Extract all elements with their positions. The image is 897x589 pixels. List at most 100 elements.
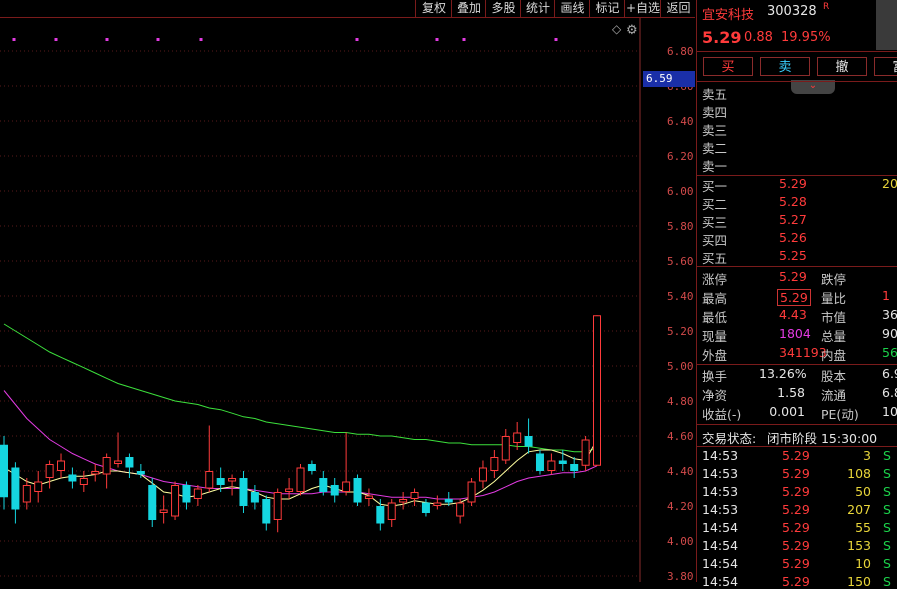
trade-button-1[interactable]: 卖: [760, 57, 810, 76]
candle-body: [45, 464, 54, 478]
stat-value: 5.29: [779, 269, 807, 284]
toolbar-button-5[interactable]: 标记: [589, 0, 625, 17]
candle-body: [535, 453, 544, 471]
tick-direction: S: [883, 538, 891, 553]
candle: [285, 478, 294, 499]
kline-svg[interactable]: 6.806.606.406.206.005.805.605.405.205.00…: [0, 18, 695, 582]
corner-button[interactable]: [876, 0, 897, 50]
ask-label: 卖四: [702, 105, 728, 120]
candle: [353, 474, 362, 506]
candle-body: [581, 439, 590, 466]
stat-value: 1804: [779, 326, 811, 341]
tick-direction: S: [883, 448, 891, 463]
bid-price: 5.29: [779, 176, 807, 191]
candle: [136, 464, 145, 478]
candle: [490, 450, 499, 478]
stat-value: 4.43: [779, 307, 807, 322]
stat-label: 量比: [821, 291, 847, 306]
y-tick-label: 4.80: [667, 395, 694, 408]
stock-flag: R: [823, 2, 830, 12]
price-change: 0.88: [744, 30, 773, 45]
y-tick-label: 5.20: [667, 325, 694, 338]
stat-value: 341193: [779, 345, 827, 360]
candle-body: [410, 492, 419, 499]
y-tick-label: 5.80: [667, 220, 694, 233]
candle-body: [136, 471, 145, 475]
candle-body: [216, 478, 225, 485]
candle-body: [182, 485, 191, 503]
bid-label: 买四: [702, 233, 728, 248]
candle-body: [501, 436, 510, 461]
candle: [34, 471, 43, 503]
stat-value: 0.001: [769, 404, 805, 419]
trade-button-3[interactable]: 富: [874, 57, 897, 76]
stat-value: 13.26%: [759, 366, 807, 381]
top-marker-dot: [554, 38, 558, 41]
candle-body: [228, 478, 237, 482]
bid-label: 买五: [702, 251, 728, 266]
stat-label: 换手: [702, 369, 728, 384]
stat-value: 6.9: [882, 366, 897, 381]
candle-body: [478, 467, 487, 482]
trade-button-2[interactable]: 撤: [817, 57, 867, 76]
candle-body: [250, 492, 259, 503]
candle: [114, 432, 123, 468]
panel-divider: [697, 81, 897, 82]
stat-label: 最低: [702, 310, 728, 325]
stat-value: 1: [882, 288, 890, 303]
candle: [125, 453, 134, 478]
candle-body: [114, 460, 123, 464]
tick-price: 5.29: [782, 448, 810, 463]
bid-price: 5.28: [779, 194, 807, 209]
candle-body: [364, 495, 373, 499]
tick-time: 14:53: [702, 502, 739, 517]
kline-chart[interactable]: 6.806.606.406.206.005.805.605.405.205.00…: [0, 18, 695, 582]
ask-label: 卖一: [702, 159, 728, 174]
tick-volume: 3: [863, 448, 871, 463]
stat-value: 36: [882, 307, 897, 322]
gear-icon: ⚙: [626, 23, 638, 38]
tick-price: 5.29: [782, 502, 810, 517]
collapse-toggle-icon[interactable]: ⌄: [791, 80, 835, 94]
toolbar-button-1[interactable]: 叠加: [451, 0, 486, 17]
candle-body: [319, 478, 328, 492]
chart-toolbar: 复权 叠加 多股 统计 画线 标记 +自选 返回: [0, 0, 695, 18]
trade-button-0[interactable]: 买: [703, 57, 753, 76]
candle-body: [22, 485, 31, 503]
tick-volume: 50: [855, 484, 871, 499]
ask-label: 卖五: [702, 87, 728, 102]
stat-value: 567: [882, 345, 897, 360]
toolbar-button-3[interactable]: 统计: [520, 0, 555, 17]
candle: [330, 478, 339, 503]
tick-volume: 153: [847, 538, 871, 553]
tick-price: 5.29: [782, 556, 810, 571]
tick-time: 14:53: [702, 466, 739, 481]
top-marker-dot: [199, 38, 203, 41]
candle-body: [444, 499, 453, 503]
stock-code: 300328: [767, 4, 817, 19]
stat-label: 市值: [821, 310, 847, 325]
toolbar-button-2[interactable]: 多股: [485, 0, 521, 17]
candle-body: [330, 485, 339, 496]
tick-time: 14:54: [702, 520, 739, 535]
stat-label: 最高: [702, 291, 728, 306]
stat-label: 股本: [821, 369, 847, 384]
bid-volume: 20: [882, 176, 897, 191]
candle-body: [421, 502, 430, 513]
toolbar-button-4[interactable]: 画线: [554, 0, 590, 17]
candle: [148, 478, 157, 527]
toolbar-button-6[interactable]: +自选: [624, 0, 661, 17]
toolbar-button-0[interactable]: 复权: [415, 0, 452, 17]
candle-body: [399, 499, 408, 503]
candle-body: [467, 481, 476, 503]
candle: [307, 460, 316, 475]
candle: [478, 460, 487, 489]
candle: [399, 492, 408, 510]
candle-body: [307, 464, 316, 471]
tick-time: 14:53: [702, 448, 739, 463]
candle: [593, 315, 601, 466]
toolbar-button-7[interactable]: 返回: [660, 0, 696, 17]
stat-label: 收益(-): [702, 407, 742, 422]
tick-direction: S: [883, 502, 891, 517]
candle: [182, 481, 191, 510]
